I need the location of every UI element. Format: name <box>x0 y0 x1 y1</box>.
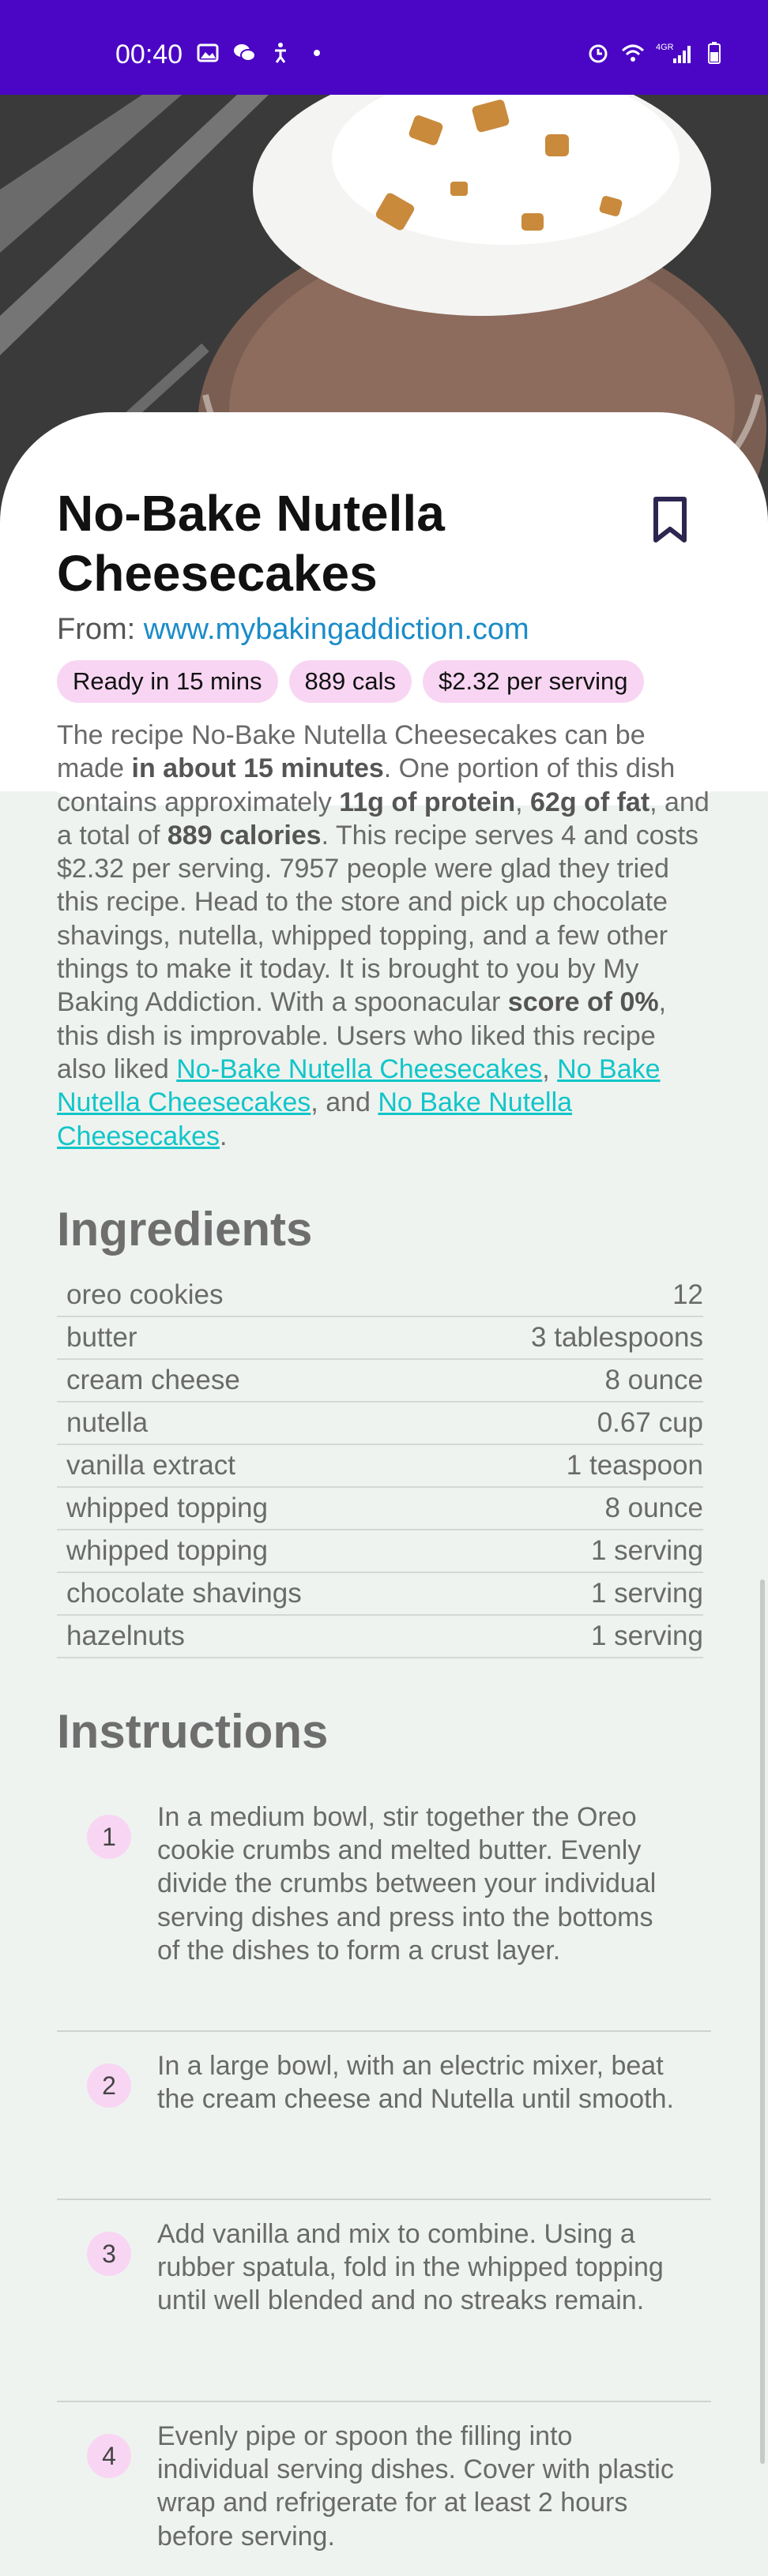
system-icons: 4GR <box>586 41 722 65</box>
recipe-title: No-Bake Nutella Cheesecakes <box>57 485 445 602</box>
image-icon <box>197 43 219 62</box>
alarm-icon <box>589 44 608 63</box>
ingredient-amount: 1 serving <box>590 1578 703 1609</box>
ingredient-name: vanilla extract <box>66 1450 235 1481</box>
ingredients-title: Ingredients <box>57 1203 313 1256</box>
recipe-chips: Ready in 15 mins 889 cals $2.32 per serv… <box>57 660 644 703</box>
ingredient-row: chocolate shavings 1 serving <box>57 1573 703 1616</box>
summary-bold: in about 15 minutes <box>131 753 384 784</box>
ingredients-table: oreo cookies 12 butter 3 tablespoons cream… <box>57 1275 703 1658</box>
battery-icon <box>708 42 721 64</box>
step-text: Add vanilla and mix to combine. Using a … <box>157 2219 664 2316</box>
ready-time-chip: Ready in 15 mins <box>57 660 278 703</box>
ingredient-name: whipped topping <box>66 1535 268 1566</box>
accessibility-icon <box>275 43 286 63</box>
scrollbar[interactable] <box>760 1579 765 2464</box>
step-number-badge: 1 <box>87 1815 131 1859</box>
ingredient-name: cream cheese <box>66 1365 240 1395</box>
ingredient-amount: 1 serving <box>590 1535 703 1566</box>
instruction-step: 4 Evenly pipe or spoon the filling into … <box>57 2402 711 2576</box>
ingredient-amount: 3 tablespoons <box>531 1322 703 1353</box>
ingredient-amount: 0.67 cup <box>597 1407 703 1438</box>
summary-text: , and <box>311 1087 378 1118</box>
status-time: 00:40 <box>115 39 183 69</box>
ingredient-name: nutella <box>66 1407 149 1438</box>
summary-bold: 11g of protein <box>339 787 516 817</box>
step-text: Evenly pipe or spoon the filling into in… <box>157 2421 674 2552</box>
chat-icon <box>234 44 256 62</box>
ingredient-name: oreo cookies <box>66 1279 224 1310</box>
ingredient-row: nutella 0.67 cup <box>57 1403 703 1445</box>
summary-bold: 889 calories <box>167 820 322 851</box>
ingredient-amount: 8 ounce <box>604 1365 703 1395</box>
ingredient-name: butter <box>66 1322 137 1353</box>
notification-icons <box>196 41 329 65</box>
source-link[interactable]: www.mybakingaddiction.com <box>144 613 529 646</box>
recipe-summary: The recipe No-Bake Nutella Cheesecakes c… <box>57 719 711 1153</box>
source-prefix: From: <box>57 613 144 646</box>
ingredient-name: whipped topping <box>66 1493 268 1523</box>
summary-bold: score of 0% <box>507 987 659 1018</box>
step-number-badge: 2 <box>87 2063 131 2108</box>
status-bar: 00:40 4GR <box>0 0 768 95</box>
ingredient-name: hazelnuts <box>66 1620 185 1651</box>
instructions-list: 1 In a medium bowl, stir together the Or… <box>57 1785 711 2576</box>
wifi-icon <box>621 44 645 62</box>
step-text: In a medium bowl, stir together the Oreo… <box>157 1802 657 1966</box>
price-chip: $2.32 per serving <box>422 660 644 703</box>
ingredient-row: vanilla extract 1 teaspoon <box>57 1445 703 1488</box>
step-text: In a large bowl, with an electric mixer,… <box>157 2051 674 2115</box>
ingredient-amount: 12 <box>672 1279 703 1310</box>
instruction-step: 2 In a large bowl, with an electric mixe… <box>57 2032 711 2200</box>
ingredient-amount: 8 ounce <box>604 1493 703 1523</box>
instructions-title: Instructions <box>57 1705 329 1758</box>
svg-text:4GR: 4GR <box>656 43 674 52</box>
ingredient-row: whipped topping 1 serving <box>57 1530 703 1573</box>
similar-recipe-link[interactable]: No-Bake Nutella Cheesecakes <box>176 1054 542 1084</box>
step-number-badge: 3 <box>87 2232 131 2276</box>
recipe-source: From: www.mybakingaddiction.com <box>57 613 529 647</box>
step-number-badge: 4 <box>87 2434 131 2478</box>
ingredient-row: butter 3 tablespoons <box>57 1317 703 1360</box>
ingredient-row: hazelnuts 1 serving <box>57 1616 703 1658</box>
summary-bold: 62g of fat <box>530 787 650 817</box>
ingredient-name: chocolate shavings <box>66 1578 302 1609</box>
instruction-step: 3 Add vanilla and mix to combine. Using … <box>57 2200 711 2402</box>
ingredient-row: whipped topping 8 ounce <box>57 1488 703 1530</box>
ingredient-amount: 1 serving <box>590 1620 703 1651</box>
dot-icon <box>314 50 320 56</box>
signal-icon: 4GR <box>656 43 691 63</box>
summary-text: . <box>220 1121 228 1151</box>
instruction-step: 1 In a medium bowl, stir together the Or… <box>57 1785 711 2032</box>
summary-text: , <box>515 787 531 817</box>
summary-text: , <box>542 1053 558 1084</box>
calories-chip: 889 cals <box>288 660 412 703</box>
ingredient-amount: 1 teaspoon <box>566 1450 703 1481</box>
ingredient-row: cream cheese 8 ounce <box>57 1360 703 1403</box>
bookmark-icon[interactable] <box>648 496 692 543</box>
ingredient-row: oreo cookies 12 <box>57 1275 703 1317</box>
